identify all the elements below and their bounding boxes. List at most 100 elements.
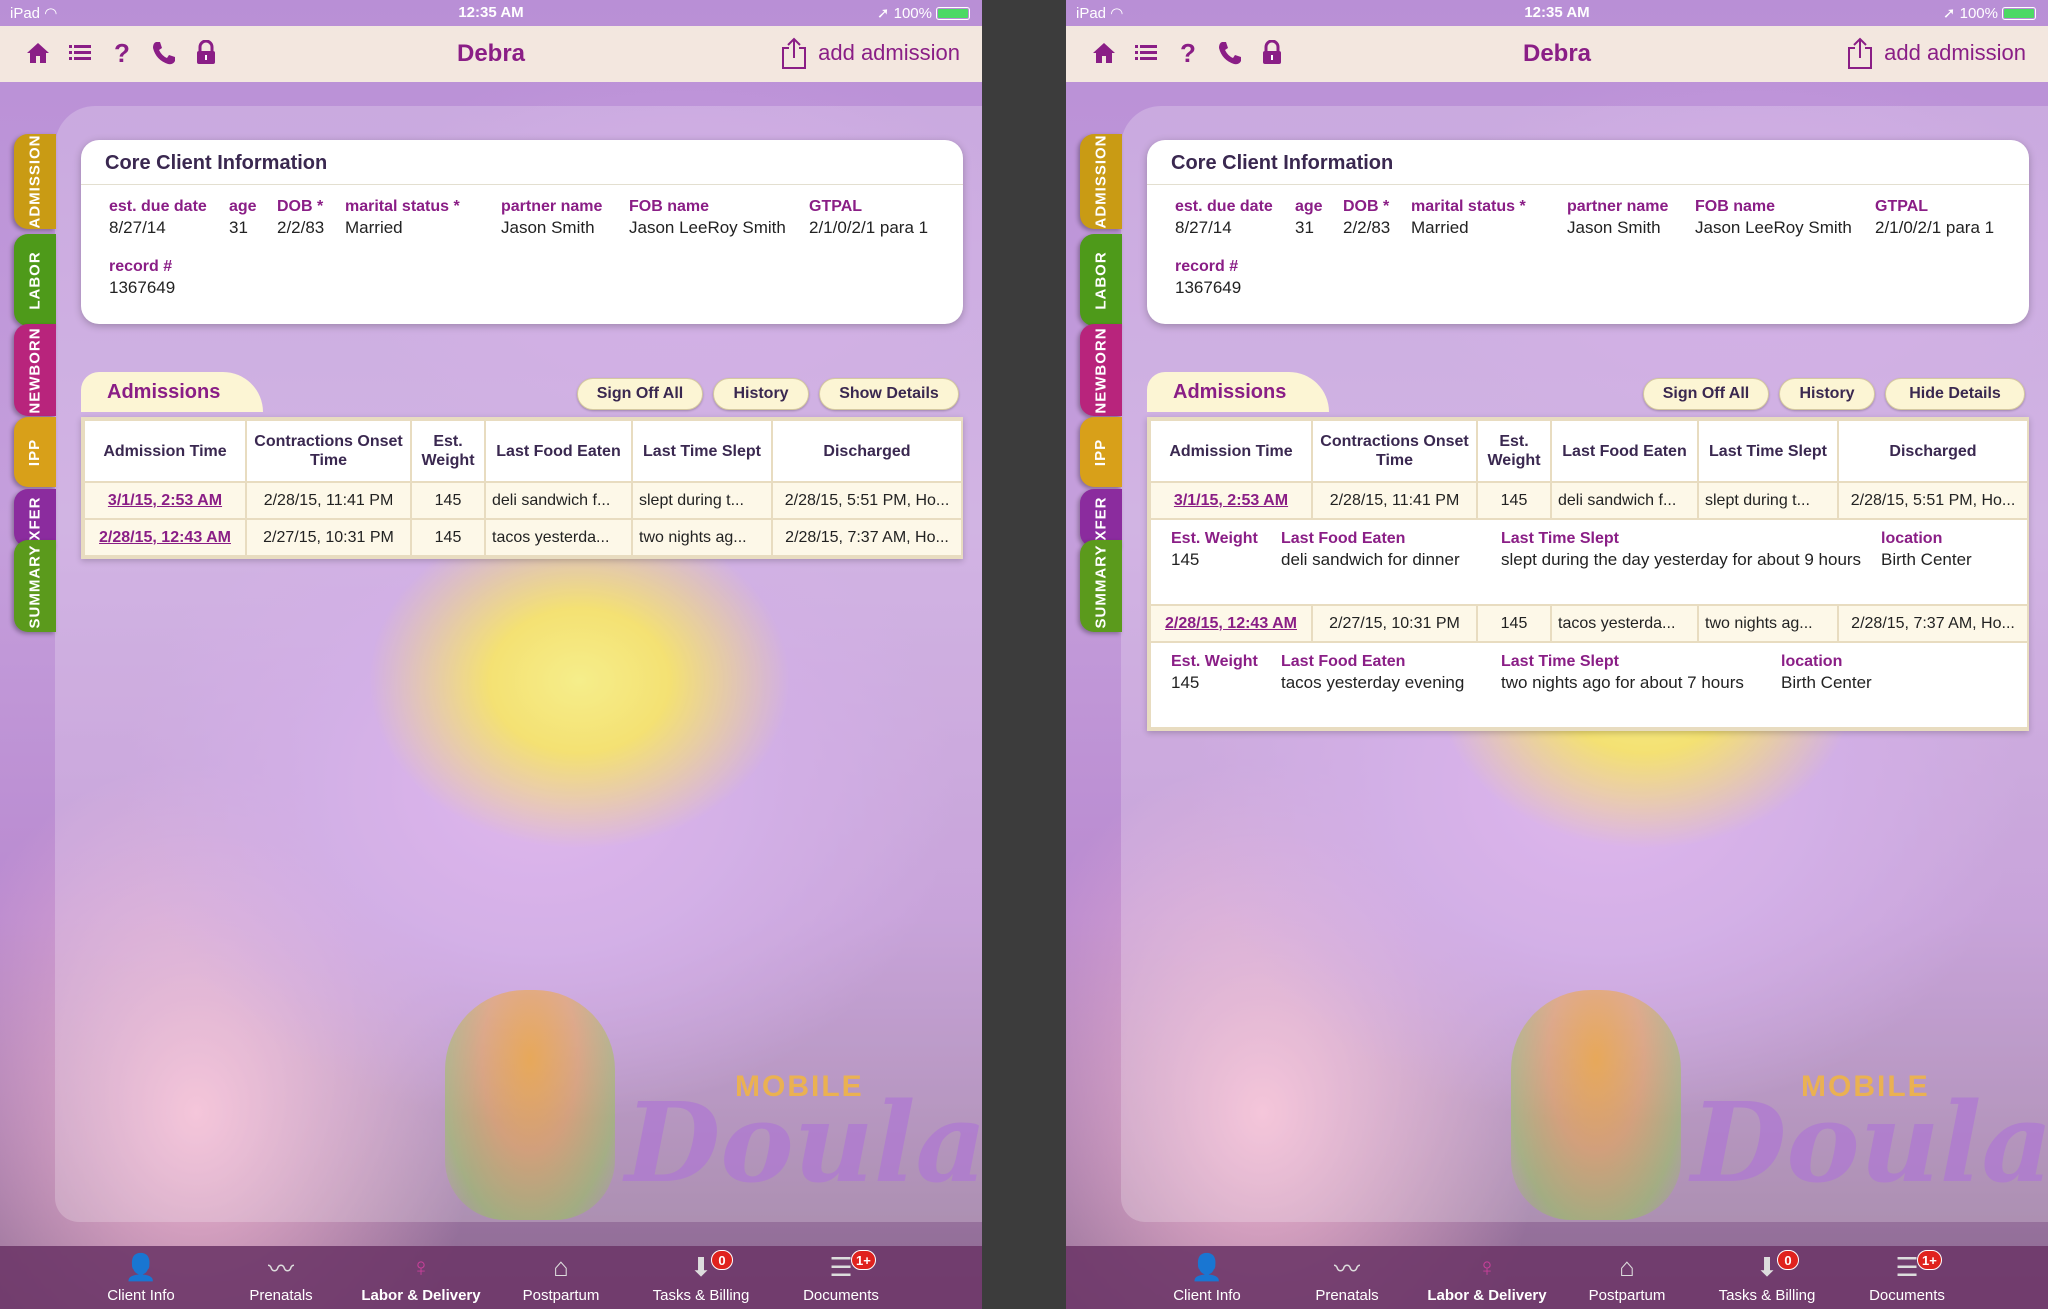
admission-detail-cell: Est. Weight 145 Last Food Eaten tacos yeste… <box>1149 641 2029 729</box>
column-header[interactable]: Discharged <box>771 419 963 483</box>
column-header[interactable]: Est. Weight <box>1476 419 1552 483</box>
side-tab-newborn[interactable]: NEWBORN <box>14 324 56 416</box>
home-icon[interactable] <box>24 39 52 67</box>
list-icon[interactable] <box>66 39 94 67</box>
tab-prenatals[interactable]: 〰 Prenatals <box>1277 1246 1417 1309</box>
tab-prenatals[interactable]: 〰 Prenatals <box>211 1246 351 1309</box>
tab-label: Documents <box>803 1287 879 1304</box>
column-header[interactable]: Last Time Slept <box>1697 419 1839 483</box>
home-icon[interactable] <box>1090 39 1118 67</box>
side-tab-ipp[interactable]: IPP <box>14 417 56 487</box>
tab-labor-delivery[interactable]: ♀ Labor & Delivery <box>1417 1246 1557 1309</box>
core-field-value: 8/27/14 <box>1175 218 1232 237</box>
side-tab-label: ADMISSION <box>1092 134 1110 229</box>
admission-time-link[interactable]: 3/1/15, 2:53 AM <box>1149 481 1313 520</box>
lock-icon[interactable] <box>1258 39 1286 67</box>
bottom-tab-bar: 👤 Client Info 〰 Prenatals ♀ Labor & Delivery ⌂… <box>1066 1246 2048 1309</box>
core-field-value: Jason Smith <box>1567 218 1661 237</box>
side-tab-labor[interactable]: LABOR <box>1080 234 1122 326</box>
details-toggle-button[interactable]: Show Details <box>819 378 959 410</box>
side-tab-labor[interactable]: LABOR <box>14 234 56 326</box>
core-field-value: Married <box>1411 218 1469 237</box>
details-toggle-button[interactable]: Hide Details <box>1885 378 2025 410</box>
side-tab-summary[interactable]: SUMMARY <box>14 540 56 632</box>
table-cell: 2/27/15, 10:31 PM <box>1311 604 1478 643</box>
table-row[interactable]: 3/1/15, 2:53 AM 2/28/15, 11:41 PM 145 deli … <box>83 481 963 520</box>
core-field: record # 1367649 <box>109 258 175 298</box>
add-admission-button[interactable]: add admission <box>780 36 960 70</box>
side-tab-admission[interactable]: ADMISSION <box>1080 134 1122 229</box>
core-field-value: Jason LeeRoy Smith <box>629 218 786 237</box>
side-tab-label: XFER <box>26 495 44 541</box>
sign-off-all-button[interactable]: Sign Off All <box>577 378 703 410</box>
core-field-label: FOB name <box>629 198 710 215</box>
core-field: DOB * 2/2/83 <box>277 198 324 238</box>
help-icon[interactable]: ? <box>108 38 136 68</box>
tab-tasks-billing[interactable]: ⬇ 0 Tasks & Billing <box>631 1246 771 1309</box>
table-row[interactable]: 2/28/15, 12:43 AM 2/27/15, 10:31 PM 145 tac… <box>83 518 963 557</box>
lock-icon[interactable] <box>192 39 220 67</box>
help-icon[interactable]: ? <box>1174 38 1202 68</box>
list-icon[interactable] <box>1132 39 1160 67</box>
detail-value: deli sandwich for dinner <box>1281 550 1460 569</box>
detail-slept: Last Time Slept slept during the day yest… <box>1501 530 1871 570</box>
side-tab-summary[interactable]: SUMMARY <box>1080 540 1122 632</box>
column-header[interactable]: Last Food Eaten <box>1550 419 1699 483</box>
tab-client-info[interactable]: 👤 Client Info <box>1137 1246 1277 1309</box>
phone-icon[interactable] <box>1216 39 1244 67</box>
tab-tasks-billing[interactable]: ⬇ 0 Tasks & Billing <box>1697 1246 1837 1309</box>
table-row[interactable]: 3/1/15, 2:53 AM 2/28/15, 11:41 PM 145 deli … <box>1149 481 2029 520</box>
mother-baby-figure-icon <box>445 990 615 1220</box>
house-icon: ⌂ <box>1619 1251 1635 1282</box>
table-cell: 145 <box>1476 481 1552 520</box>
column-header[interactable]: Contractions Onset Time <box>245 419 412 483</box>
side-tab-admission[interactable]: ADMISSION <box>14 134 56 229</box>
table-row[interactable]: 2/28/15, 12:43 AM 2/27/15, 10:31 PM 145 tac… <box>1149 604 2029 643</box>
notification-badge: 1+ <box>851 1250 876 1270</box>
share-icon <box>780 36 808 70</box>
tab-postpartum[interactable]: ⌂ Postpartum <box>491 1246 631 1309</box>
tab-client-info[interactable]: 👤 Client Info <box>71 1246 211 1309</box>
add-admission-button[interactable]: add admission <box>1846 36 2026 70</box>
detail-weight: Est. Weight 145 <box>1171 530 1261 570</box>
history-button[interactable]: History <box>1779 378 1875 410</box>
core-field: GTPAL 2/1/0/2/1 para 1 <box>809 198 928 238</box>
side-tab-ipp[interactable]: IPP <box>1080 417 1122 487</box>
column-header[interactable]: Admission Time <box>1149 419 1313 483</box>
tab-label: Postpartum <box>1588 1287 1666 1304</box>
history-button[interactable]: History <box>713 378 809 410</box>
battery-icon <box>936 7 970 20</box>
side-tab-newborn[interactable]: NEWBORN <box>1080 324 1122 416</box>
location-arrow-icon: ➚ <box>1942 5 1956 22</box>
screen-collapsed: iPad ◠ 12:35 AM ➚ 100% ? Debra add admis… <box>0 0 982 1309</box>
tab-postpartum[interactable]: ⌂ Postpartum <box>1557 1246 1697 1309</box>
column-header[interactable]: Admission Time <box>83 419 247 483</box>
sign-off-all-button[interactable]: Sign Off All <box>1643 378 1769 410</box>
core-field: age 31 <box>229 198 257 238</box>
core-field: FOB name Jason LeeRoy Smith <box>629 198 786 238</box>
add-admission-label: add admission <box>818 40 960 65</box>
core-field: marital status * Married <box>345 198 460 238</box>
column-header[interactable]: Est. Weight <box>410 419 486 483</box>
admission-time-link[interactable]: 2/28/15, 12:43 AM <box>83 518 247 557</box>
status-time: 12:35 AM <box>458 4 524 21</box>
side-tab-xfer[interactable]: XFER <box>14 489 56 547</box>
tab-labor-delivery[interactable]: ♀ Labor & Delivery <box>351 1246 491 1309</box>
admission-time-link[interactable]: 2/28/15, 12:43 AM <box>1149 604 1313 643</box>
core-field-value: 2/1/0/2/1 para 1 <box>1875 218 1995 237</box>
column-header[interactable]: Discharged <box>1837 419 2029 483</box>
column-header[interactable]: Last Food Eaten <box>484 419 633 483</box>
phone-icon[interactable] <box>150 39 178 67</box>
table-cell: 2/28/15, 5:51 PM, Ho... <box>1837 481 2029 520</box>
tab-documents[interactable]: ☰ 1+ Documents <box>1837 1246 1977 1309</box>
detail-value: Birth Center <box>1781 673 1872 692</box>
tab-documents[interactable]: ☰ 1+ Documents <box>771 1246 911 1309</box>
table-cell: two nights ag... <box>631 518 773 557</box>
core-field-label: DOB * <box>1343 198 1390 215</box>
column-header[interactable]: Last Time Slept <box>631 419 773 483</box>
tab-label: Tasks & Billing <box>652 1287 750 1304</box>
column-header[interactable]: Contractions Onset Time <box>1311 419 1478 483</box>
detail-value: slept during the day yesterday for about… <box>1501 550 1862 569</box>
admission-time-link[interactable]: 3/1/15, 2:53 AM <box>83 481 247 520</box>
side-tab-xfer[interactable]: XFER <box>1080 489 1122 547</box>
